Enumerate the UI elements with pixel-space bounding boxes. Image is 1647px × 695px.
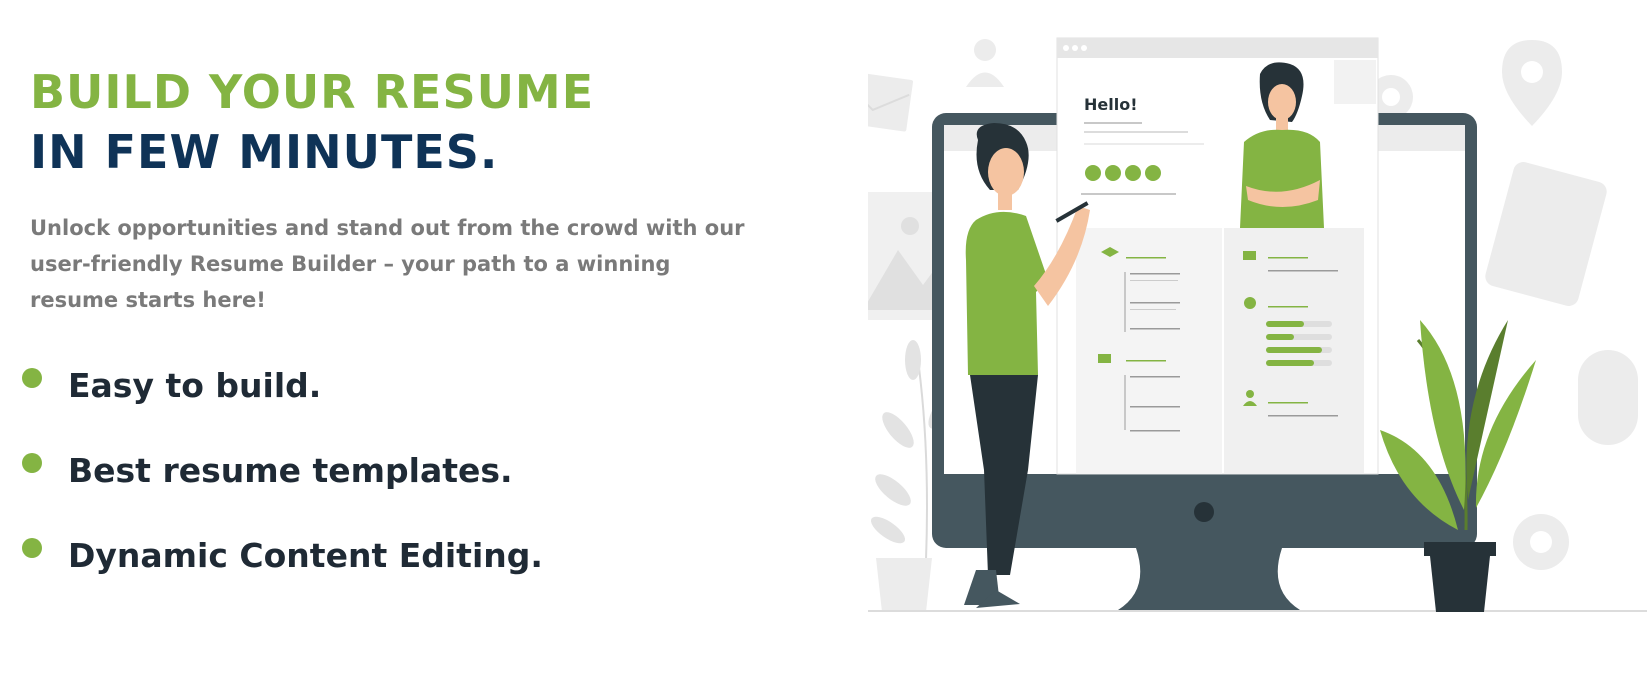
feature-item: Best resume templates. [22,451,790,536]
linkedin-icon [1145,165,1161,181]
hero-subtitle: Unlock opportunities and stand out from … [30,216,745,312]
monitor-power-icon [1194,502,1214,522]
person-small-icon [1246,390,1254,398]
hero-copy: BUILD YOUR RESUME IN FEW MINUTES. Unlock… [22,62,790,621]
feature-label: Easy to build. [68,366,322,405]
monitor-small-icon [1243,251,1256,260]
resume-greeting: Hello! [1084,95,1138,114]
envelope-icon [868,70,914,132]
hero-section: BUILD YOUR RESUME IN FEW MINUTES. Unlock… [0,0,1647,695]
bullet-dot-icon [22,368,42,388]
headline-line-2: IN FEW MINUTES. [30,125,499,179]
resume-builder-illustration: Hello! [868,30,1647,650]
feature-list: Easy to build. Best resume templates. Dy… [22,366,790,621]
feature-item: Dynamic Content Editing. [22,536,790,621]
google-plus-icon [1105,165,1121,181]
resume-document: Hello! [1056,37,1379,475]
bullet-dot-icon [22,453,42,473]
feature-label: Best resume templates. [68,451,513,490]
monitor-small-icon [1098,354,1111,363]
feature-item: Easy to build. [22,366,790,451]
bullet-dot-icon [22,538,42,558]
document-icon [1485,162,1607,306]
instagram-icon [1125,165,1141,181]
chat-bubble-icon [1244,297,1256,309]
hero-headline: BUILD YOUR RESUME IN FEW MINUTES. [30,62,790,182]
headline-line-1: BUILD YOUR RESUME [30,65,595,119]
facebook-icon [1085,165,1101,181]
feature-label: Dynamic Content Editing. [68,536,543,575]
user-avatar-icon [974,39,996,61]
